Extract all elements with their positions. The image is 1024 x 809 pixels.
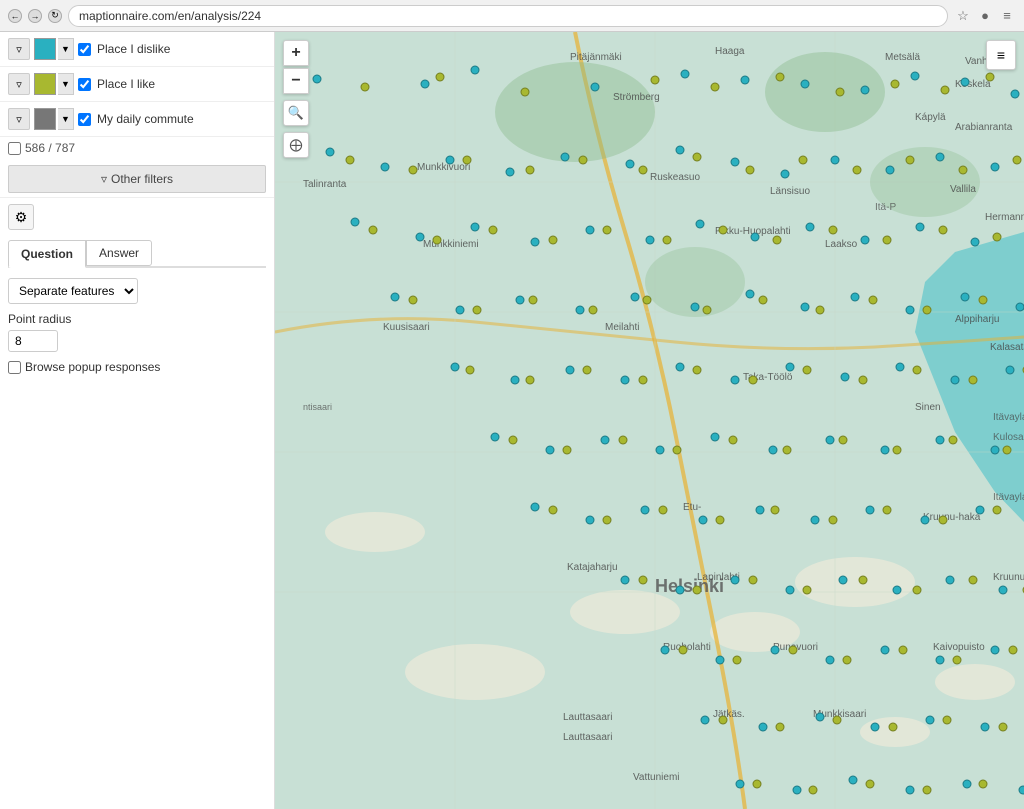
svg-text:Kruunu-haka: Kruunu-haka bbox=[923, 512, 981, 523]
color-swatch-dislike[interactable] bbox=[34, 38, 56, 60]
svg-text:Hermanni: Hermanni bbox=[985, 212, 1024, 223]
svg-text:Sinen: Sinen bbox=[915, 402, 941, 413]
filter-icon: ▿ bbox=[101, 172, 107, 186]
gear-row: ⚙ bbox=[0, 197, 274, 236]
svg-text:Taka-Töölö: Taka-Töölö bbox=[743, 372, 793, 383]
layer-checkbox-commute[interactable] bbox=[78, 113, 91, 126]
refresh-button[interactable]: ↻ bbox=[48, 9, 62, 23]
svg-text:Talinranta: Talinranta bbox=[303, 179, 347, 190]
layer-filter-commute[interactable]: ▿ bbox=[8, 108, 30, 130]
tab-row: Question Answer bbox=[8, 240, 266, 268]
svg-text:Itä-P: Itä-P bbox=[875, 202, 896, 213]
zoom-in-button[interactable]: + bbox=[283, 40, 309, 66]
svg-text:Ruoholahti: Ruoholahti bbox=[663, 642, 711, 653]
svg-text:Metsälä: Metsälä bbox=[885, 52, 920, 63]
response-count-row: 586 / 787 bbox=[0, 137, 274, 161]
tab-answer[interactable]: Answer bbox=[86, 240, 152, 266]
svg-text:Pikku-Huopalahti: Pikku-Huopalahti bbox=[715, 226, 791, 237]
main-layout: ▿ ▼ Place I dislike ▿ ▼ Place I like ▿ ▼ bbox=[0, 32, 1024, 809]
response-count-text: 586 / 787 bbox=[25, 141, 75, 155]
user-icon[interactable]: ● bbox=[976, 7, 994, 25]
svg-text:Munkkiniemi: Munkkiniemi bbox=[423, 239, 479, 250]
browse-popup-label: Browse popup responses bbox=[25, 360, 160, 374]
svg-text:Koskela: Koskela bbox=[955, 79, 991, 90]
map-background: Helsinki Pitäjänmäki Haaga Metsälä Koske… bbox=[275, 32, 1024, 809]
swatch-wrap-dislike: ▼ bbox=[34, 38, 74, 60]
svg-text:Meilahti: Meilahti bbox=[605, 322, 639, 333]
svg-text:Alppiharju: Alppiharju bbox=[955, 314, 999, 325]
svg-text:Kruunuvuo: Kruunuvuo bbox=[993, 572, 1024, 583]
svg-text:Laakso: Laakso bbox=[825, 239, 858, 250]
url-text: maptionnaire.com/en/analysis/224 bbox=[79, 9, 261, 23]
svg-text:Itävayla: Itävayla bbox=[993, 492, 1024, 503]
svg-text:Strömberg: Strömberg bbox=[613, 92, 660, 103]
locate-button[interactable]: ⨁ bbox=[283, 132, 309, 158]
tab-question[interactable]: Question bbox=[8, 240, 86, 268]
search-button[interactable]: 🔍 bbox=[283, 100, 309, 126]
map-area[interactable]: Helsinki Pitäjänmäki Haaga Metsälä Koske… bbox=[275, 32, 1024, 809]
browse-popup-checkbox[interactable] bbox=[8, 361, 21, 374]
back-button[interactable]: ← bbox=[8, 9, 22, 23]
layer-dislike: ▿ ▼ Place I dislike bbox=[0, 32, 274, 67]
svg-text:Arabianranta: Arabianranta bbox=[955, 122, 1013, 133]
swatch-wrap-like: ▼ bbox=[34, 73, 74, 95]
svg-text:Munkkisaari: Munkkisaari bbox=[813, 709, 866, 720]
color-swatch-like[interactable] bbox=[34, 73, 56, 95]
gear-button[interactable]: ⚙ bbox=[8, 204, 34, 230]
separate-features-select[interactable]: Separate features bbox=[8, 278, 138, 304]
swatch-dropdown-like[interactable]: ▼ bbox=[58, 73, 74, 95]
svg-text:Lauttasaari: Lauttasaari bbox=[563, 712, 612, 723]
svg-text:Lauttasaari: Lauttasaari bbox=[563, 732, 612, 743]
browse-popup-row: Browse popup responses bbox=[8, 360, 266, 374]
svg-text:Vattuniemi: Vattuniemi bbox=[633, 772, 680, 783]
svg-text:Vallila: Vallila bbox=[950, 184, 976, 195]
color-swatch-commute[interactable] bbox=[34, 108, 56, 130]
other-filters-button[interactable]: ▿ Other filters bbox=[8, 165, 266, 193]
layer-filter-dislike[interactable]: ▿ bbox=[8, 38, 30, 60]
svg-text:Etu-: Etu- bbox=[683, 502, 701, 513]
layer-like: ▿ ▼ Place I like bbox=[0, 67, 274, 102]
layer-filter-like[interactable]: ▿ bbox=[8, 73, 30, 95]
svg-text:Munkkivuori: Munkkivuori bbox=[417, 162, 470, 173]
svg-text:ntisaari: ntisaari bbox=[303, 402, 332, 412]
layer-label-like: Place I like bbox=[97, 77, 155, 91]
layer-commute: ▿ ▼ My daily commute bbox=[0, 102, 274, 137]
layer-label-dislike: Place I dislike bbox=[97, 42, 170, 56]
svg-text:Haaga: Haaga bbox=[715, 46, 745, 57]
svg-text:Ruskeasuo: Ruskeasuo bbox=[650, 172, 700, 183]
zoom-out-button[interactable]: − bbox=[283, 68, 309, 94]
point-radius-label: Point radius bbox=[8, 312, 266, 326]
forward-button[interactable]: → bbox=[28, 9, 42, 23]
map-controls: + − 🔍 ⨁ bbox=[283, 40, 309, 158]
browser-toolbar: ← → ↻ maptionnaire.com/en/analysis/224 ☆… bbox=[0, 0, 1024, 32]
analysis-section: Separate features Point radius Browse po… bbox=[0, 268, 274, 384]
svg-text:Kápylä: Kápylä bbox=[915, 112, 946, 123]
swatch-dropdown-commute[interactable]: ▼ bbox=[58, 108, 74, 130]
svg-text:Kulosaari: Kulosaari bbox=[993, 432, 1024, 443]
swatch-dropdown-dislike[interactable]: ▼ bbox=[58, 38, 74, 60]
svg-text:Katajaharju: Katajaharju bbox=[567, 562, 618, 573]
layers-button[interactable]: ≡ bbox=[986, 40, 1016, 70]
layer-label-commute: My daily commute bbox=[97, 112, 194, 126]
separate-features-row: Separate features bbox=[8, 278, 266, 304]
svg-text:Kalasatama: Kalasatama bbox=[990, 342, 1024, 353]
swatch-wrap-commute: ▼ bbox=[34, 108, 74, 130]
svg-text:Pitäjänmäki: Pitäjänmäki bbox=[570, 52, 622, 63]
url-bar[interactable]: maptionnaire.com/en/analysis/224 bbox=[68, 5, 948, 27]
menu-icon[interactable]: ≡ bbox=[998, 7, 1016, 25]
svg-text:Jätkäs.: Jätkäs. bbox=[713, 709, 745, 720]
point-radius-input[interactable] bbox=[8, 330, 58, 352]
layer-checkbox-like[interactable] bbox=[78, 78, 91, 91]
layer-checkbox-dislike[interactable] bbox=[78, 43, 91, 56]
other-filters-label: Other filters bbox=[111, 172, 173, 186]
svg-text:Punavuori: Punavuori bbox=[773, 642, 818, 653]
star-icon[interactable]: ☆ bbox=[954, 7, 972, 25]
svg-text:Lapinlahti: Lapinlahti bbox=[697, 572, 740, 583]
svg-text:Länsisuo: Länsisuo bbox=[770, 186, 810, 197]
svg-text:Kuusisaari: Kuusisaari bbox=[383, 322, 430, 333]
svg-text:Kaivopuisto: Kaivopuisto bbox=[933, 642, 985, 653]
svg-text:Itävayla: Itävayla bbox=[993, 412, 1024, 423]
response-count-checkbox[interactable] bbox=[8, 142, 21, 155]
sidebar: ▿ ▼ Place I dislike ▿ ▼ Place I like ▿ ▼ bbox=[0, 32, 275, 809]
